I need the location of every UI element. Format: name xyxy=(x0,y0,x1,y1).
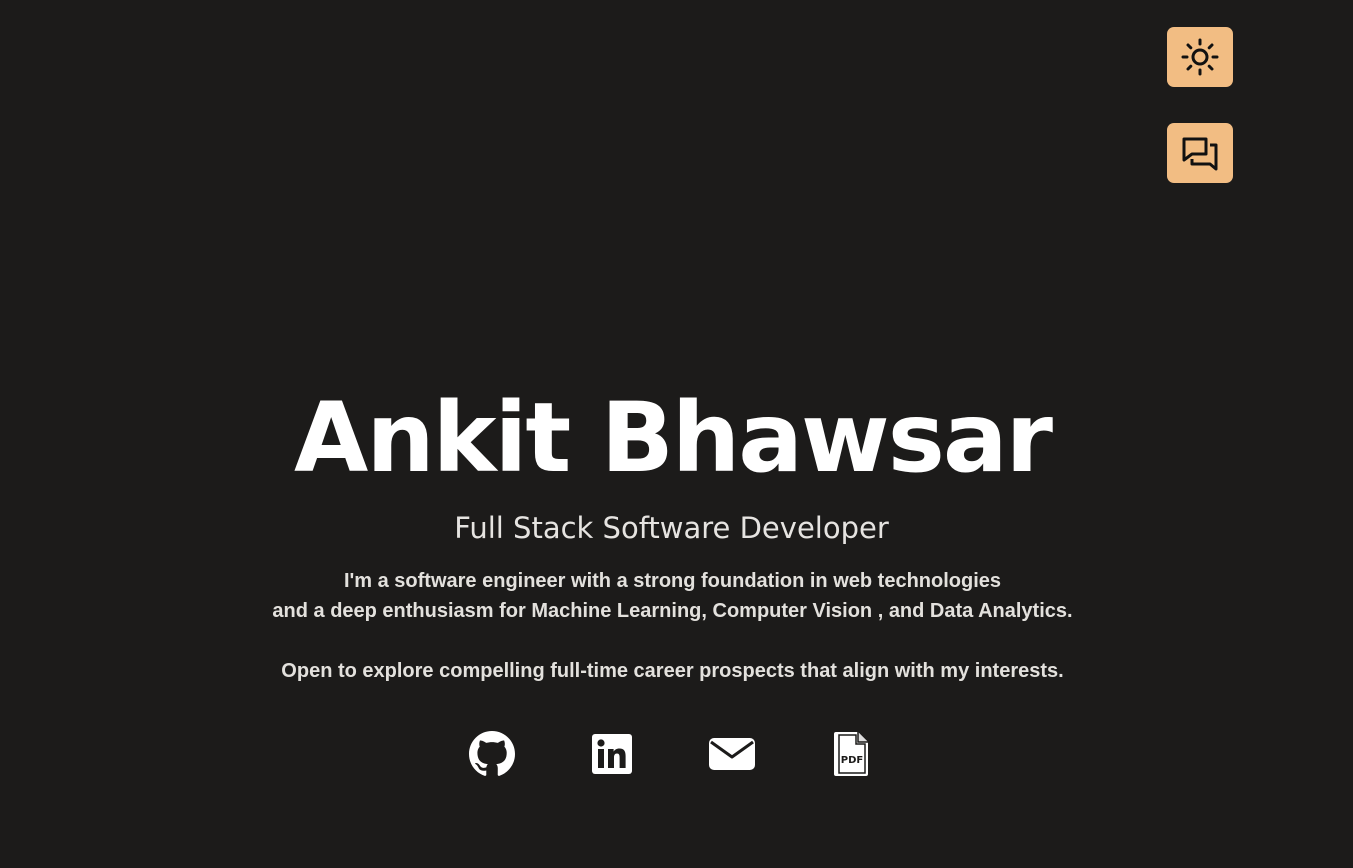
pdf-resume-icon: PDF xyxy=(834,732,868,776)
pdf-label: PDF xyxy=(841,755,863,766)
github-link[interactable] xyxy=(468,730,516,778)
sun-icon xyxy=(1181,38,1219,76)
role-subtitle: Full Stack Software Developer xyxy=(454,511,889,545)
linkedin-link[interactable] xyxy=(588,730,636,778)
bio-line: I'm a software engineer with a strong fo… xyxy=(343,570,1002,592)
email-link[interactable] xyxy=(708,730,756,778)
page-title: Ankit Bhawsar xyxy=(294,382,1053,494)
chat-button[interactable] xyxy=(1167,123,1233,183)
email-icon xyxy=(709,738,755,770)
social-links: PDF xyxy=(0,730,1353,778)
linkedin-icon xyxy=(592,734,632,774)
bio-line: and a deep enthusiasm for Machine Learni… xyxy=(272,600,1073,622)
theme-toggle-button[interactable] xyxy=(1167,27,1233,87)
bio-line: Open to explore compelling full-time car… xyxy=(281,660,1064,682)
resume-pdf-link[interactable]: PDF xyxy=(828,730,876,778)
chat-bubbles-icon xyxy=(1182,137,1218,171)
hero-section: Ankit Bhawsar Full Stack Software Develo… xyxy=(0,380,1353,686)
bio-text: I'm a software engineer with a strong fo… xyxy=(0,566,1349,686)
github-icon xyxy=(469,731,515,776)
bio-spacer xyxy=(0,626,1349,656)
